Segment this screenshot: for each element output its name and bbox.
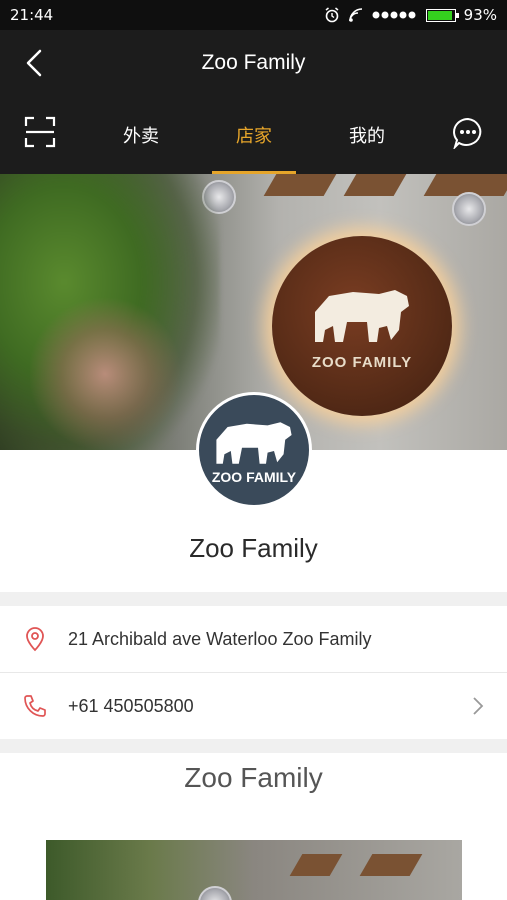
tab-label: 店家 (236, 126, 272, 147)
ceiling-beam (343, 174, 407, 196)
tab-store[interactable]: 店家 (212, 96, 296, 174)
store-sign: ZOO FAMILY (272, 236, 452, 416)
back-icon[interactable] (20, 47, 50, 79)
plant-flowers (30, 294, 180, 450)
chevron-right-icon (473, 697, 484, 715)
ceiling-beam (359, 854, 423, 876)
store-name: Zoo Family (189, 533, 318, 563)
phone-icon (24, 695, 46, 717)
bear-logo-icon (315, 289, 409, 342)
tab-bar: 外卖 店家 我的 (0, 96, 507, 174)
alarm-icon (325, 7, 339, 23)
avatar-text: ZOO FAMILY (211, 469, 297, 485)
ceiling-lamp (198, 886, 232, 900)
phone-text: +61 450505800 (68, 695, 194, 716)
ceiling-beam (289, 854, 343, 876)
tab-mine[interactable]: 我的 (338, 96, 396, 174)
chat-icon[interactable] (452, 117, 484, 149)
phone-row[interactable]: +61 450505800 (0, 673, 507, 739)
app-header: Zoo Family (0, 30, 507, 96)
store-avatar: ZOO FAMILY (196, 392, 312, 508)
section-separator (0, 592, 507, 606)
tab-takeout[interactable]: 外卖 (112, 96, 170, 174)
ceiling-beam (263, 174, 337, 196)
section-title: Zoo Family (184, 762, 323, 793)
tab-label: 我的 (349, 126, 385, 147)
bear-logo-icon (216, 422, 292, 464)
address-row: 21 Archibald ave Waterloo Zoo Family (0, 606, 507, 672)
tab-label: 外卖 (123, 126, 159, 147)
ceiling-lamp (452, 192, 486, 226)
status-time: 21:44 (10, 6, 54, 24)
address-text: 21 Archibald ave Waterloo Zoo Family (68, 628, 372, 649)
status-bar: 21:44 93% (0, 0, 507, 30)
store-photo (46, 840, 462, 900)
signal-icon (372, 11, 416, 19)
sign-text: ZOO FAMILY (311, 353, 413, 371)
battery-percent: 93% (463, 6, 497, 24)
section-separator (0, 739, 507, 753)
status-icons: 93% (324, 6, 497, 24)
battery-icon (425, 8, 459, 22)
page-title: Zoo Family (201, 51, 306, 74)
location-pin-icon (26, 627, 44, 652)
wifi-icon (348, 8, 362, 22)
scan-icon[interactable] (24, 116, 56, 148)
